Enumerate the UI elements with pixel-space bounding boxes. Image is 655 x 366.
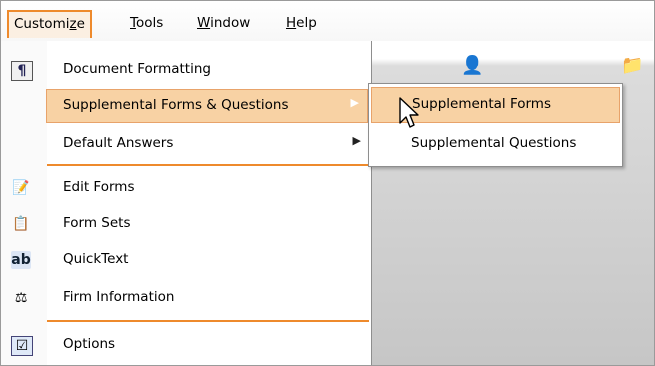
menu-bar: Customize Tools Window Help [1, 1, 653, 41]
submenu-item-label: Supplemental Questions [411, 135, 577, 151]
form-sets-icon: 📋 [12, 216, 30, 232]
menu-item-document-formatting[interactable]: ¶ Document Formatting [1, 54, 369, 86]
user-icon: 👤 [461, 55, 484, 76]
menu-tools[interactable]: Tools [124, 11, 169, 37]
menu-separator [47, 164, 369, 166]
menu-item-label: Firm Information [63, 289, 175, 305]
menu-help[interactable]: Help [280, 11, 323, 37]
toolbar-icon: 📁 [621, 55, 644, 76]
menu-window[interactable]: Window [191, 11, 256, 37]
menu-item-options[interactable]: ☑ Options [1, 329, 369, 361]
menu-item-quicktext[interactable]: ab QuickText [1, 244, 369, 276]
menu-item-supplemental-forms-questions[interactable]: Supplemental Forms & Questions ▶ [46, 89, 368, 123]
menu-item-label: Document Formatting [63, 61, 211, 77]
menu-item-label: Supplemental Forms & Questions [63, 97, 289, 113]
document-formatting-icon: ¶ [11, 61, 33, 81]
mouse-cursor-icon [399, 97, 419, 128]
menu-item-label: Form Sets [63, 215, 131, 231]
menu-item-form-sets[interactable]: 📋 Form Sets [1, 208, 369, 240]
menu-item-firm-information[interactable]: ⚖ Firm Information [1, 282, 369, 314]
submenu-item-label: Supplemental Forms [412, 96, 551, 112]
customize-dropdown-menu: ¶ Document Formatting Supplemental Forms… [1, 41, 372, 365]
menu-item-default-answers[interactable]: Default Answers ▶ [1, 128, 369, 160]
firm-information-icon: ⚖ [14, 290, 28, 306]
submenu-item-supplemental-questions[interactable]: Supplemental Questions [369, 127, 622, 161]
menu-item-label: Default Answers [63, 135, 174, 151]
menu-customize[interactable]: Customize [7, 10, 92, 38]
edit-forms-icon: 📝 [12, 180, 30, 196]
menu-item-label: QuickText [63, 251, 129, 267]
options-icon: ☑ [11, 336, 33, 356]
submenu-arrow-icon: ▶ [350, 96, 359, 109]
menu-separator [47, 320, 369, 322]
menu-item-label: Edit Forms [63, 179, 135, 195]
submenu-arrow-icon: ▶ [352, 134, 361, 147]
menu-item-edit-forms[interactable]: 📝 Edit Forms [1, 172, 369, 204]
quicktext-icon: ab [11, 251, 31, 269]
menu-item-label: Options [63, 336, 116, 352]
